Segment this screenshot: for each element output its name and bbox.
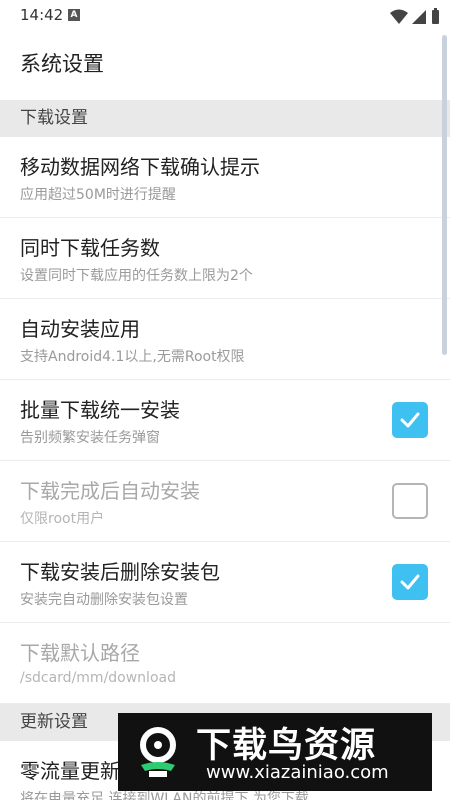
setting-title: 同时下载任务数 — [20, 236, 160, 260]
scrollbar[interactable] — [442, 35, 447, 355]
check-icon — [400, 412, 420, 428]
bird-logo-icon — [140, 727, 176, 777]
watermark-title: 下载鸟资源 — [196, 726, 377, 766]
setting-subtitle: 安装完自动删除安装包设置 — [20, 592, 188, 608]
batch-install-checkbox[interactable] — [392, 402, 428, 438]
page-title: 系统设置 — [20, 52, 104, 76]
setting-title: 零流量更新 — [20, 759, 120, 783]
setting-subtitle: 设置同时下载应用的任务数上限为2个 — [20, 268, 253, 284]
delete-package-checkbox[interactable] — [392, 564, 428, 600]
setting-concurrent-downloads[interactable]: 同时下载任务数 设置同时下载应用的任务数上限为2个 — [0, 218, 450, 299]
check-icon — [400, 574, 420, 590]
setting-title: 移动数据网络下载确认提示 — [20, 155, 260, 179]
setting-subtitle: 仅限root用户 — [20, 511, 105, 527]
setting-subtitle: 告别频繁安装任务弹窗 — [20, 430, 160, 446]
battery-icon — [432, 8, 439, 24]
status-time: 14:42 — [20, 6, 64, 24]
setting-auto-install[interactable]: 自动安装应用 支持Android4.1以上,无需Root权限 — [0, 299, 450, 380]
signal-icon — [412, 10, 426, 24]
setting-auto-install-after-download[interactable]: 下载完成后自动安装 仅限root用户 — [0, 461, 450, 542]
setting-title: 下载安装后删除安装包 — [20, 560, 220, 584]
watermark-url: www.xiazainiao.com — [206, 762, 389, 783]
settings-list[interactable]: 下载设置 移动数据网络下载确认提示 应用超过50M时进行提醒 同时下载任务数 设… — [0, 100, 450, 800]
setting-title: 批量下载统一安装 — [20, 398, 180, 422]
status-icons — [390, 7, 440, 25]
watermark-banner: 下载鸟资源 www.xiazainiao.com — [118, 713, 432, 791]
setting-title: 下载默认路径 — [20, 641, 140, 665]
setting-subtitle: 支持Android4.1以上,无需Root权限 — [20, 349, 245, 365]
auto-install-after-download-checkbox[interactable] — [392, 483, 428, 519]
setting-subtitle: /sdcard/mm/download — [20, 670, 176, 686]
setting-title: 自动安装应用 — [20, 317, 140, 341]
title-bar: 系统设置 — [0, 32, 450, 100]
notification-a-icon: A — [68, 9, 80, 21]
setting-delete-package[interactable]: 下载安装后删除安装包 安装完自动删除安装包设置 — [0, 542, 450, 623]
setting-subtitle: 应用超过50M时进行提醒 — [20, 187, 176, 203]
setting-batch-install[interactable]: 批量下载统一安装 告别频繁安装任务弹窗 — [0, 380, 450, 461]
setting-title: 下载完成后自动安装 — [20, 479, 200, 503]
setting-mobile-data-confirm[interactable]: 移动数据网络下载确认提示 应用超过50M时进行提醒 — [0, 137, 450, 218]
setting-default-path[interactable]: 下载默认路径 /sdcard/mm/download — [0, 623, 450, 704]
wifi-icon — [390, 9, 408, 24]
status-bar: 14:42 A — [0, 0, 450, 32]
section-header-download: 下载设置 — [0, 100, 450, 137]
